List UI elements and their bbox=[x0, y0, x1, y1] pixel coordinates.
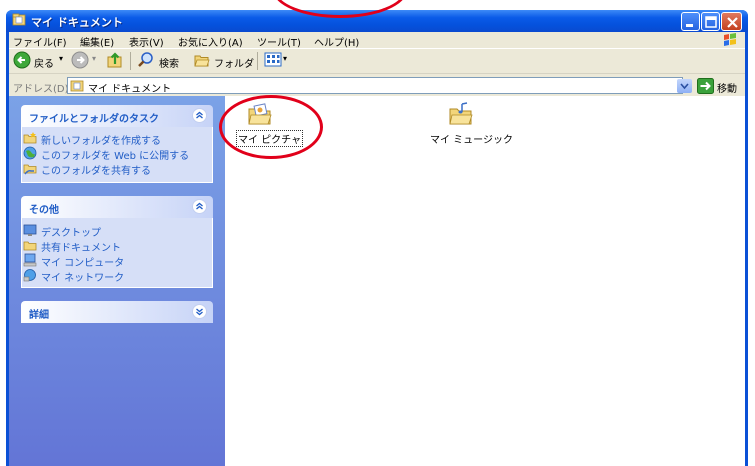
window-title: マイ ドキュメント bbox=[31, 16, 123, 29]
panel-title: ファイルとフォルダのタスク bbox=[29, 114, 159, 125]
desktop-icon bbox=[23, 224, 37, 236]
place-shared-documents[interactable]: 共有ドキュメント bbox=[41, 239, 121, 254]
folders-button-label[interactable]: フォルダ bbox=[214, 55, 254, 70]
search-icon[interactable] bbox=[137, 51, 155, 69]
panel-title: その他 bbox=[29, 205, 59, 216]
maximize-button[interactable] bbox=[701, 12, 720, 31]
address-value[interactable]: マイ ドキュメント bbox=[88, 80, 171, 95]
menu-bar: ファイル(F) 編集(E) 表示(V) お気に入り(A) ツール(T) ヘルプ(… bbox=[9, 32, 745, 49]
place-my-computer[interactable]: マイ コンピュータ bbox=[41, 254, 124, 269]
collapse-chevron-icon[interactable] bbox=[192, 108, 207, 123]
address-dropdown-button[interactable] bbox=[677, 79, 692, 93]
windows-logo-icon bbox=[724, 33, 736, 46]
toolbar-separator bbox=[130, 52, 131, 70]
menu-tools[interactable]: ツール(T) bbox=[257, 34, 301, 49]
toolbar-separator bbox=[257, 52, 258, 70]
my-music-folder-icon[interactable] bbox=[448, 101, 474, 127]
file-folder-tasks-header[interactable]: ファイルとフォルダのタスク bbox=[21, 105, 213, 127]
minimize-button[interactable] bbox=[681, 12, 700, 31]
views-icon[interactable] bbox=[264, 51, 282, 68]
new-folder-icon bbox=[23, 132, 37, 144]
expand-chevron-icon[interactable] bbox=[192, 304, 207, 319]
folders-icon[interactable] bbox=[193, 51, 211, 69]
my-documents-icon bbox=[70, 80, 84, 92]
menu-edit[interactable]: 編集(E) bbox=[80, 34, 114, 49]
share-folder-icon bbox=[23, 164, 37, 175]
maximize-icon bbox=[705, 16, 717, 28]
web-publish-icon bbox=[23, 146, 37, 160]
details-header[interactable]: 詳細 bbox=[21, 301, 213, 323]
views-dropdown-icon[interactable]: ▾ bbox=[283, 54, 287, 63]
go-button-label[interactable]: 移動 bbox=[717, 80, 737, 95]
my-computer-icon bbox=[23, 253, 37, 267]
other-places-header[interactable]: その他 bbox=[21, 196, 213, 218]
back-dropdown-icon[interactable]: ▾ bbox=[59, 54, 63, 63]
up-folder-icon[interactable] bbox=[106, 51, 124, 69]
task-new-folder[interactable]: 新しいフォルダを作成する bbox=[41, 132, 161, 147]
go-arrow-icon[interactable] bbox=[697, 78, 714, 94]
shared-documents-icon bbox=[23, 241, 37, 251]
back-button-label[interactable]: 戻る bbox=[34, 55, 54, 70]
back-arrow-icon[interactable] bbox=[13, 51, 31, 69]
menu-favorites[interactable]: お気に入り(A) bbox=[178, 34, 243, 49]
task-publish-web[interactable]: このフォルダを Web に公開する bbox=[41, 147, 189, 162]
close-button[interactable] bbox=[721, 12, 742, 31]
collapse-chevron-icon[interactable] bbox=[192, 199, 207, 214]
task-share-folder[interactable]: このフォルダを共有する bbox=[41, 162, 151, 177]
panel-title: 詳細 bbox=[29, 310, 49, 321]
my-network-icon bbox=[23, 269, 36, 282]
place-my-network[interactable]: マイ ネットワーク bbox=[41, 269, 124, 284]
chevron-down-icon bbox=[680, 83, 689, 90]
minimize-icon bbox=[686, 24, 693, 27]
my-documents-icon bbox=[12, 13, 26, 26]
menu-file[interactable]: ファイル(F) bbox=[13, 34, 67, 49]
menu-help[interactable]: ヘルプ(H) bbox=[314, 34, 359, 49]
search-button-label[interactable]: 検索 bbox=[159, 55, 179, 70]
place-desktop[interactable]: デスクトップ bbox=[41, 224, 101, 239]
close-icon bbox=[727, 17, 738, 28]
menu-view[interactable]: 表示(V) bbox=[129, 34, 164, 49]
folder-label[interactable]: マイ ミュージック bbox=[430, 131, 513, 146]
address-label: アドレス(D) bbox=[13, 84, 69, 95]
forward-arrow-icon[interactable] bbox=[71, 51, 89, 69]
annotation-circle bbox=[219, 95, 323, 159]
forward-dropdown-icon[interactable]: ▾ bbox=[92, 54, 96, 63]
